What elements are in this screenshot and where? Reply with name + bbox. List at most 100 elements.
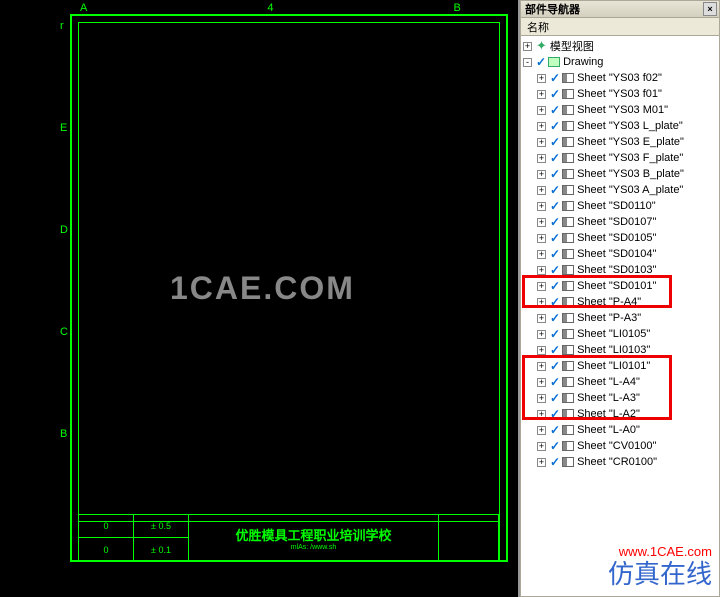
expand-toggle[interactable]: +	[537, 186, 546, 195]
expand-toggle[interactable]: +	[537, 442, 546, 451]
tree-sheet-7[interactable]: +✓Sheet "YS03 A_plate"	[521, 182, 719, 198]
tree-item-label: Sheet "LI0103"	[577, 344, 650, 356]
tree-sheet-24[interactable]: + ✓ Sheet "CR0100"	[521, 454, 719, 470]
tree-sheet-8[interactable]: + ✓ Sheet "SD0110"	[521, 198, 719, 214]
expand-toggle[interactable]: +	[537, 266, 546, 275]
sheet-icon	[562, 185, 574, 195]
sheet-icon	[562, 361, 574, 371]
expand-toggle[interactable]: +	[537, 122, 546, 131]
tree-sheet-9[interactable]: +✓Sheet "SD0107"	[521, 214, 719, 230]
sheet-icon	[562, 441, 574, 451]
expand-toggle[interactable]: +	[537, 202, 546, 211]
tree-view[interactable]: +✦模型视图-✓Drawing+✓Sheet "YS03 f02"+✓Sheet…	[520, 36, 720, 597]
tree-sheet-5[interactable]: +✓Sheet "YS03 F_plate"	[521, 150, 719, 166]
drawing-canvas[interactable]: A 4 B r E D C B 1CAE.COM 0 0 ± 0.5 ± 0.1…	[0, 0, 518, 597]
expand-toggle[interactable]: +	[537, 170, 546, 179]
expand-toggle[interactable]: +	[537, 90, 546, 99]
expand-toggle[interactable]: +	[537, 458, 546, 467]
check-icon: ✓	[550, 455, 560, 469]
check-icon: ✓	[550, 343, 560, 357]
part-navigator-panel: 部件导航器 × 名称 +✦模型视图-✓Drawing+✓Sheet "YS03 …	[518, 0, 720, 597]
tree-sheet-16[interactable]: +✓Sheet "LI0105"	[521, 326, 719, 342]
tree-sheet-17[interactable]: + ✓ Sheet "LI0103"	[521, 342, 719, 358]
tree-sheet-0[interactable]: +✓Sheet "YS03 f02"	[521, 70, 719, 86]
expand-toggle[interactable]: +	[537, 218, 546, 227]
tree-sheet-15[interactable]: +✓Sheet "P-A3"	[521, 310, 719, 326]
tree-sheet-21[interactable]: + ✓ Sheet "L-A2"	[521, 406, 719, 422]
overlay-brand: 仿真在线	[608, 554, 712, 591]
tree-sheet-2[interactable]: +✓Sheet "YS03 M01"	[521, 102, 719, 118]
sheet-icon	[562, 281, 574, 291]
expand-toggle[interactable]: -	[523, 58, 532, 67]
tree-drawing[interactable]: -✓Drawing	[521, 54, 719, 70]
expand-toggle[interactable]: +	[537, 314, 546, 323]
tree-sheet-6[interactable]: +✓Sheet "YS03 B_plate"	[521, 166, 719, 182]
column-header-name[interactable]: 名称	[520, 18, 720, 36]
tree-sheet-20[interactable]: + ✓ Sheet "L-A3"	[521, 390, 719, 406]
tree-item-label: 模型视图	[550, 38, 594, 54]
expand-toggle[interactable]: +	[537, 106, 546, 115]
expand-toggle[interactable]: +	[537, 138, 546, 147]
check-icon: ✓	[550, 391, 560, 405]
check-icon: ✓	[550, 71, 560, 85]
tree-sheet-10[interactable]: +✓Sheet "SD0105"	[521, 230, 719, 246]
tree-root-model-view[interactable]: + ✦模型视图	[521, 38, 719, 54]
tree-sheet-3[interactable]: +✓Sheet "YS03 L_plate"	[521, 118, 719, 134]
tree-sheet-19[interactable]: +✓Sheet "L-A4"	[521, 374, 719, 390]
tree-sheet-12[interactable]: +✓Sheet "SD0103"	[521, 262, 719, 278]
expand-toggle[interactable]: +	[537, 330, 546, 339]
expand-toggle[interactable]: +	[537, 378, 546, 387]
expand-toggle[interactable]: +	[537, 346, 546, 355]
model-view-icon: ✦	[536, 38, 547, 54]
tree-item-label: Sheet "SD0104"	[577, 248, 656, 260]
ruler-left: r E D C B	[60, 20, 68, 440]
tree-item-label: Sheet "CV0100"	[577, 440, 656, 452]
close-icon[interactable]: ×	[703, 2, 717, 16]
tree-sheet-1[interactable]: +✓Sheet "YS03 f01"	[521, 86, 719, 102]
tree-sheet-13[interactable]: +✓Sheet "SD0101"	[521, 278, 719, 294]
check-icon: ✓	[550, 375, 560, 389]
sheet-icon	[562, 153, 574, 163]
check-icon: ✓	[550, 279, 560, 293]
check-icon: ✓	[550, 295, 560, 309]
expand-toggle[interactable]: +	[537, 250, 546, 259]
sheet-icon	[562, 265, 574, 275]
expand-toggle[interactable]: +	[537, 74, 546, 83]
tree-sheet-22[interactable]: +✓Sheet "L-A0"	[521, 422, 719, 438]
expand-toggle[interactable]: +	[537, 410, 546, 419]
sheet-icon	[562, 297, 574, 307]
tree-item-label: Sheet "SD0107"	[577, 216, 656, 228]
tree-item-label: Sheet "P-A3"	[577, 312, 641, 324]
expand-toggle[interactable]: +	[537, 394, 546, 403]
tree-item-label: Sheet "L-A3"	[577, 392, 640, 404]
check-icon: ✓	[550, 87, 560, 101]
tree-sheet-14[interactable]: + ✓ Sheet "P-A4"	[521, 294, 719, 310]
tree-item-label: Sheet "L-A2"	[577, 408, 640, 420]
tree-item-label: Sheet "CR0100"	[577, 456, 657, 468]
sheet-icon	[562, 345, 574, 355]
expand-toggle[interactable]: +	[523, 42, 532, 51]
expand-toggle[interactable]: +	[537, 154, 546, 163]
expand-toggle[interactable]: +	[537, 298, 546, 307]
check-icon: ✓	[550, 103, 560, 117]
tree-item-label: Sheet "LI0101"	[577, 360, 650, 372]
expand-toggle[interactable]: +	[537, 282, 546, 291]
tree-item-label: Sheet "P-A4"	[577, 296, 641, 308]
tree-sheet-11[interactable]: +✓Sheet "SD0104"	[521, 246, 719, 262]
check-icon: ✓	[550, 199, 560, 213]
expand-toggle[interactable]: +	[537, 362, 546, 371]
tree-sheet-23[interactable]: +✓Sheet "CV0100"	[521, 438, 719, 454]
expand-toggle[interactable]: +	[537, 234, 546, 243]
tree-sheet-18[interactable]: + ✓ Sheet "LI0101"	[521, 358, 719, 374]
tree-sheet-4[interactable]: +✓Sheet "YS03 E_plate"	[521, 134, 719, 150]
tree-item-label: Sheet "YS03 L_plate"	[577, 120, 683, 132]
check-icon: ✓	[550, 423, 560, 437]
check-icon: ✓	[550, 359, 560, 373]
tree-item-label: Sheet "SD0110"	[577, 200, 656, 212]
expand-toggle[interactable]: +	[537, 426, 546, 435]
sheet-icon	[562, 233, 574, 243]
check-icon: ✓	[550, 135, 560, 149]
sheet-icon	[562, 169, 574, 179]
panel-title-bar[interactable]: 部件导航器 ×	[520, 0, 720, 18]
check-icon: ✓	[550, 407, 560, 421]
